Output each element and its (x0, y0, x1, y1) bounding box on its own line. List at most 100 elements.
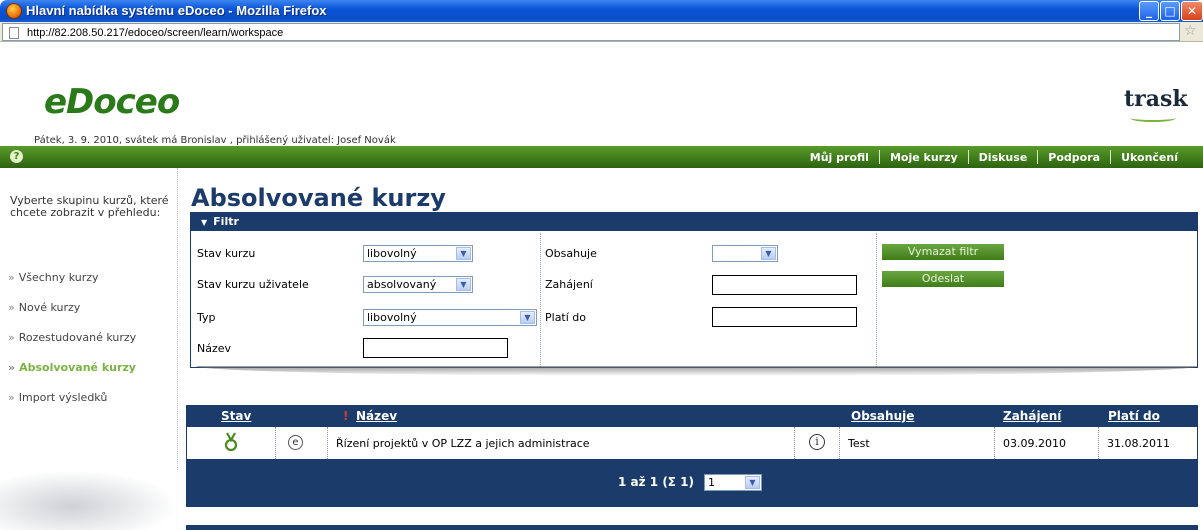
raquo-icon: » (8, 301, 15, 314)
label-course-status: Stav kurzu (197, 247, 256, 260)
window-title: Hlavní nabídka systému eDoceo - Mozilla … (26, 3, 327, 18)
table-row[interactable]: e Řízení projektů v OP LZZ a jejich admi… (186, 427, 1198, 459)
sidebar-item-label: Nové kurzy (18, 301, 81, 314)
select-course-status-value: libovolný (367, 247, 417, 260)
firefox-icon (6, 3, 22, 19)
sort-indicator-icon: ! (343, 409, 349, 423)
sidebar-item-in-progress[interactable]: » Rozestudované kurzy (8, 331, 136, 361)
column-divider (540, 233, 541, 367)
chevron-down-icon: ▼ (456, 247, 471, 260)
cell-contains: Test (840, 427, 995, 459)
results-table: Stav ! Název Obsahuje Zahájení Platí do … (186, 405, 1198, 507)
close-button[interactable]: ✕ (1181, 1, 1203, 21)
chevron-down-icon: ▼ (761, 247, 776, 260)
sidebar-item-import-results[interactable]: » Import výsledků (8, 391, 136, 421)
date-user-line: Pátek, 3. 9. 2010, svátek má Bronislav ,… (34, 135, 396, 146)
raquo-icon: » (8, 271, 15, 284)
submit-filter-button[interactable]: Odeslat (882, 271, 1004, 287)
label-contains: Obsahuje (545, 247, 597, 260)
chevron-down-icon: ▼ (745, 476, 760, 489)
panel-shadow (196, 366, 1198, 376)
site-header: eDoceo trask Pátek, 3. 9. 2010, svátek m… (0, 42, 1203, 146)
course-name[interactable]: Řízení projektů v OP LZZ a jejich admini… (336, 437, 590, 450)
chevron-down-icon: ▼ (456, 278, 471, 291)
raquo-icon: » (8, 331, 15, 344)
results-footer: 1 až 1 (Σ 1) 1 ▼ (186, 459, 1198, 507)
course-contains: Test (848, 437, 870, 450)
sidebar: Vyberte skupinu kurzů, které chcete zobr… (0, 168, 178, 530)
results-header: Stav ! Název Obsahuje Zahájení Platí do (186, 405, 1198, 427)
sidebar-item-new-courses[interactable]: » Nové kurzy (8, 301, 136, 331)
input-name[interactable] (363, 338, 508, 358)
select-type[interactable]: libovolný ▼ (363, 309, 537, 326)
nav-support[interactable]: Podpora (1038, 151, 1110, 164)
sidebar-item-label: Import výsledků (18, 391, 108, 404)
filter-header[interactable]: ▼ Filtr (191, 213, 1197, 231)
sidebar-item-all-courses[interactable]: » Všechny kurzy (8, 271, 136, 301)
sidebar-item-label: Všechny kurzy (18, 271, 99, 284)
cell-type: e (276, 427, 328, 459)
window-titlebar: Hlavní nabídka systému eDoceo - Mozilla … (0, 0, 1203, 22)
help-icon[interactable]: ? (10, 150, 23, 163)
clear-filter-button[interactable]: Vymazat filtr (882, 244, 1004, 260)
column-header-name[interactable]: Název (356, 409, 397, 423)
edoceo-logo[interactable]: eDoceo (44, 82, 180, 122)
nav-my-profile[interactable]: Můj profil (800, 151, 879, 164)
bottom-bar (186, 525, 1198, 530)
input-start-date[interactable] (712, 275, 857, 295)
sidebar-item-label: Absolvované kurzy (19, 361, 136, 374)
sidebar-item-label: Rozestudované kurzy (18, 331, 137, 344)
minimize-button[interactable]: _ (1139, 1, 1159, 21)
decorative-angel-image (0, 470, 178, 530)
label-user-course-status: Stav kurzu uživatele (197, 278, 309, 291)
page-select[interactable]: 1 ▼ (704, 474, 762, 491)
select-contains[interactable]: ▼ (712, 245, 778, 262)
pager-summary: 1 až 1 (Σ 1) (618, 475, 695, 489)
nav-discussion[interactable]: Diskuse (969, 151, 1038, 164)
nav-logout[interactable]: Ukončení (1111, 151, 1188, 164)
column-header-status[interactable]: Stav (221, 409, 251, 423)
url-text: http://82.208.50.217/edoceo/screen/learn… (27, 27, 284, 39)
column-header-valid-until[interactable]: Platí do (1108, 409, 1160, 423)
label-type: Typ (197, 311, 216, 324)
course-start-date: 03.09.2010 (1003, 437, 1066, 450)
cell-info: i (795, 427, 840, 459)
cell-name: Řízení projektů v OP LZZ a jejich admini… (328, 427, 795, 459)
address-bar: http://82.208.50.217/edoceo/screen/learn… (0, 22, 1203, 42)
label-name: Název (197, 342, 232, 355)
trask-logo: trask (1124, 86, 1188, 112)
chevron-down-icon: ▼ (520, 311, 535, 324)
e-icon: e (288, 435, 303, 450)
cell-start: 03.09.2010 (995, 427, 1099, 459)
sidebar-item-completed[interactable]: » Absolvované kurzy (8, 361, 136, 391)
info-icon[interactable]: i (809, 434, 825, 450)
select-course-status[interactable]: libovolný ▼ (363, 245, 473, 262)
sidebar-menu: » Všechny kurzy » Nové kurzy » Rozestudovan… (8, 271, 136, 421)
cell-valid-until: 31.08.2011 (1099, 427, 1199, 459)
raquo-icon: » (8, 361, 16, 374)
url-field[interactable]: http://82.208.50.217/edoceo/screen/learn… (2, 23, 1180, 41)
nav-my-courses[interactable]: Moje kurzy (880, 151, 968, 164)
bookmark-star-icon[interactable]: ☆ (1184, 23, 1197, 39)
page-icon (9, 27, 19, 39)
course-valid-until: 31.08.2011 (1107, 437, 1170, 450)
maximize-button[interactable]: □ (1160, 1, 1180, 21)
page-title: Absolvované kurzy (191, 184, 446, 212)
select-user-course-status[interactable]: absolvovaný ▼ (363, 276, 473, 293)
trask-swoosh (1130, 114, 1176, 122)
input-valid-until[interactable] (712, 307, 857, 327)
column-divider (876, 233, 877, 367)
page-select-value: 1 (708, 476, 715, 489)
column-header-contains[interactable]: Obsahuje (851, 409, 914, 423)
sidebar-intro: Vyberte skupinu kurzů, které chcete zobr… (10, 194, 169, 219)
label-start-date: Zahájení (545, 278, 593, 291)
filter-panel: ▼ Filtr Stav kurzu libovolný ▼ Stav kurzu… (190, 212, 1198, 368)
raquo-icon: » (8, 391, 15, 404)
select-type-value: libovolný (367, 311, 417, 324)
collapse-triangle-icon: ▼ (201, 218, 208, 227)
column-header-start[interactable]: Zahájení (1003, 409, 1061, 423)
main-navbar: ? Můj profil Moje kurzy Diskuse Podpora … (0, 146, 1203, 168)
medal-icon (224, 432, 238, 452)
cell-status (187, 427, 276, 459)
label-valid-until: Platí do (545, 311, 587, 324)
